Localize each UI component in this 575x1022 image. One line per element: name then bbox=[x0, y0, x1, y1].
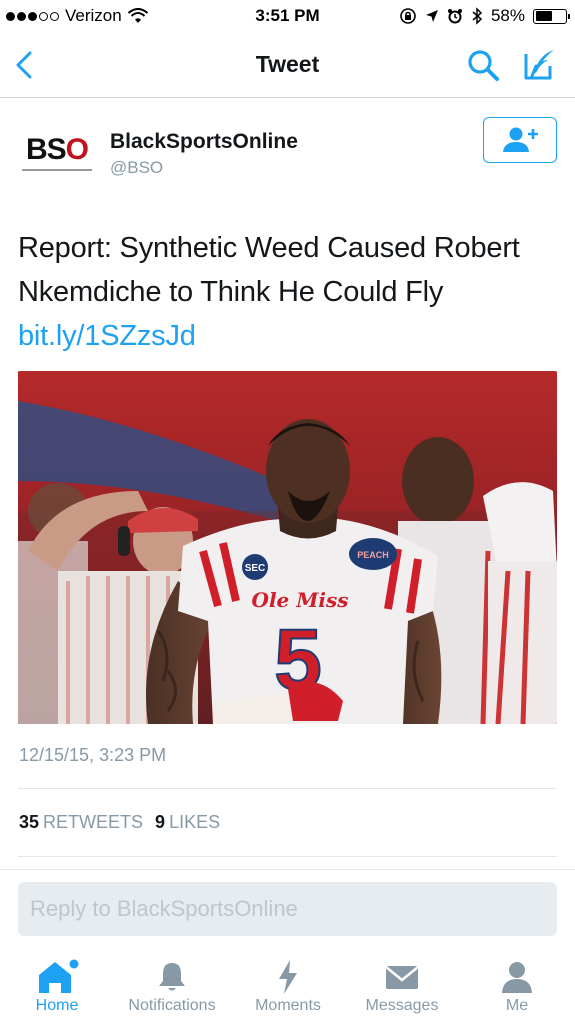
likes-count: 9 bbox=[155, 812, 166, 832]
nav-bar: Tweet bbox=[0, 34, 575, 98]
likes-label: LIKES bbox=[169, 812, 221, 832]
avatar-logo: BSO bbox=[25, 133, 89, 166]
retweets-stat[interactable]: 35 RETWEETS bbox=[19, 812, 143, 833]
bluetooth-icon bbox=[472, 7, 483, 25]
tab-me[interactable]: Me bbox=[492, 949, 542, 1022]
battery-fill bbox=[535, 11, 553, 21]
compose-icon[interactable] bbox=[522, 46, 558, 82]
likes-stat[interactable]: 9 LIKES bbox=[155, 812, 220, 833]
avatar-logo-underline bbox=[22, 169, 92, 171]
follow-button[interactable] bbox=[483, 117, 557, 163]
home-icon bbox=[39, 959, 79, 993]
jersey-script: Ole Miss bbox=[252, 588, 349, 612]
tab-label: Home bbox=[35, 997, 79, 1014]
reply-bar bbox=[0, 869, 575, 949]
person-icon bbox=[502, 962, 532, 993]
envelope-icon bbox=[385, 966, 419, 989]
tweet-photo[interactable]: SEC PEACH Ole Miss 5 bbox=[18, 371, 557, 724]
bell-icon bbox=[159, 963, 185, 991]
tweet-body: Report: Synthetic Weed Caused Robert Nke… bbox=[18, 232, 520, 308]
tab-notifications[interactable]: Notifications bbox=[118, 949, 226, 1022]
retweets-count: 35 bbox=[19, 812, 40, 832]
tab-label: Notifications bbox=[128, 997, 216, 1014]
tweet-stats: 35 RETWEETS 9 LIKES bbox=[19, 812, 220, 833]
divider bbox=[18, 856, 557, 857]
tab-bar: Home Notifications Moments Messages Me bbox=[0, 949, 575, 1022]
user-handle[interactable]: @BSO bbox=[110, 158, 163, 178]
battery-percent: 58% bbox=[490, 6, 525, 25]
tab-label: Me bbox=[505, 997, 529, 1014]
tab-messages[interactable]: Messages bbox=[358, 949, 446, 1022]
divider bbox=[18, 788, 557, 789]
battery-icon bbox=[533, 8, 570, 24]
retweets-label: RETWEETS bbox=[43, 812, 144, 832]
reply-input[interactable] bbox=[18, 882, 557, 936]
rotation-lock-icon bbox=[400, 8, 416, 24]
avatar[interactable]: BSO bbox=[20, 128, 94, 178]
location-arrow-icon bbox=[425, 10, 438, 22]
avatar-logo-text: BSO bbox=[25, 133, 89, 166]
add-user-icon bbox=[503, 127, 538, 152]
sec-badge-text: SEC bbox=[245, 563, 266, 574]
status-bar: Verizon 3:51 PM 58% bbox=[0, 0, 575, 34]
lightning-icon bbox=[279, 960, 297, 994]
tab-home[interactable]: Home bbox=[18, 949, 96, 1022]
tab-moments[interactable]: Moments bbox=[248, 949, 328, 1022]
alarm-icon bbox=[447, 9, 462, 24]
peach-patch-text: PEACH bbox=[357, 550, 389, 560]
tweet-link[interactable]: bit.ly/1SZzsJd bbox=[18, 320, 196, 352]
tab-label: Messages bbox=[365, 997, 439, 1014]
user-name[interactable]: BlackSportsOnline bbox=[110, 130, 298, 154]
tweet-timestamp: 12/15/15, 3:23 PM bbox=[19, 745, 167, 765]
search-icon[interactable] bbox=[466, 48, 500, 82]
status-right: 58% bbox=[399, 6, 570, 26]
photo-illustration: SEC PEACH Ole Miss 5 bbox=[18, 371, 557, 724]
tweet-text: Report: Synthetic Weed Caused Robert Nke… bbox=[18, 226, 563, 358]
tab-label: Moments bbox=[255, 997, 321, 1014]
